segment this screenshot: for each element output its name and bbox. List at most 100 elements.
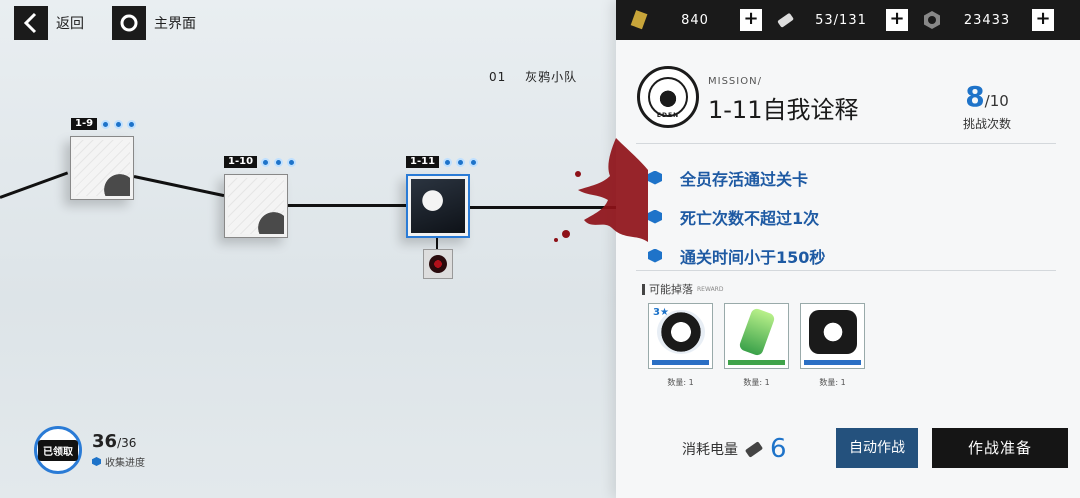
stage-thumbnail [411, 179, 465, 233]
mission-tag: MISSION/ [708, 76, 762, 87]
star-dot [274, 157, 284, 167]
boss-connector [436, 236, 438, 250]
auto-battle-button[interactable]: 自动作战 [836, 428, 918, 468]
drops-header: 可能掉落 REWARD [642, 281, 723, 297]
coin-value: 23433 [963, 12, 1011, 28]
path-line [133, 175, 225, 198]
cost-value: 6 [770, 434, 787, 464]
hex-icon [92, 457, 101, 466]
resource-bar: 840 + 53/131 + 23433 + [616, 0, 1080, 40]
star-conditions: 全员存活通过关卡 死亡次数不超过1次 通关时间小于150秒 [648, 158, 825, 275]
stage-label: 1-10 [224, 156, 297, 168]
tries-total: /10 [984, 92, 1009, 110]
crow-emblem-icon [648, 77, 688, 117]
condition-text: 通关时间小于150秒 [680, 247, 826, 267]
rarity-band [804, 360, 861, 365]
tries-number: 8/10 [956, 80, 1018, 113]
collection-progress[interactable]: 已领取 36/36 收集进度 [34, 426, 145, 474]
star-dot [443, 157, 453, 167]
condition-text: 死亡次数不超过1次 [680, 208, 820, 228]
add-coin-button[interactable]: + [1032, 9, 1054, 31]
condition-item: 全员存活通过关卡 [648, 158, 825, 197]
squad-number: 01 [489, 70, 507, 84]
stage-code: 1-11 [406, 156, 440, 168]
reward-list: 3★ 数量: 1 数量: 1 数量: 1 [648, 303, 865, 388]
battery-icon [777, 13, 794, 28]
path-line [288, 204, 408, 207]
home-label: 主界面 [154, 16, 196, 32]
squad-name: 灰鸦小队 [525, 70, 578, 84]
stage-map: 返回 主界面 01 灰鸦小队 1-9 1-10 1-11 已领取 36/36 收… [0, 0, 620, 498]
collection-total: /36 [117, 436, 137, 450]
stage-label: 1-11 [406, 156, 479, 168]
eden-emblem: EDEN [637, 66, 699, 128]
claimed-label: 已领取 [38, 439, 78, 461]
mission-title: 1-11自我诠释 [708, 96, 859, 124]
reward-card [800, 303, 865, 369]
back-button[interactable]: 返回 [14, 6, 84, 40]
gear-coin-icon [924, 11, 940, 29]
condition-item: 死亡次数不超过1次 [648, 197, 825, 236]
stage-thumbnail [228, 178, 284, 234]
collection-label: 收集进度 [105, 458, 145, 469]
rarity-band [728, 360, 785, 365]
hex-bullet-icon [648, 209, 662, 224]
challenge-count: 8/10 挑战次数 [956, 80, 1018, 132]
drops-title-en: REWARD [697, 285, 724, 293]
back-arrow-icon [14, 6, 48, 40]
battle-prepare-button[interactable]: 作战准备 [932, 428, 1068, 468]
reward-star: 3★ [653, 307, 669, 318]
star-dot [456, 157, 466, 167]
add-black-card-button[interactable]: + [740, 9, 762, 31]
reward-card [724, 303, 789, 369]
hex-nut-icon [809, 310, 857, 354]
star-dot [101, 119, 111, 129]
star-dot [469, 157, 479, 167]
star-dot [114, 119, 124, 129]
red-core-icon [429, 255, 447, 273]
reward-quantity: 数量: 1 [743, 378, 770, 387]
hidden-stage-node[interactable] [423, 249, 453, 279]
tries-label: 挑战次数 [962, 117, 1011, 131]
tries-current: 8 [965, 80, 985, 113]
reward-item[interactable]: 3★ 数量: 1 [648, 303, 713, 388]
black-card-resource: 840 + [616, 0, 762, 40]
claimed-badge: 已领取 [34, 426, 82, 474]
reward-card: 3★ [648, 303, 713, 369]
drops-title: 可能掉落 [649, 283, 693, 296]
coin-resource: 23433 + [908, 0, 1054, 40]
reward-item[interactable]: 数量: 1 [724, 303, 789, 388]
stage-node-1-9[interactable] [70, 136, 134, 200]
back-label: 返回 [56, 16, 84, 32]
squad-header: 01 灰鸦小队 [489, 68, 591, 85]
energy-value: 53/131 [815, 12, 867, 28]
header-bar [642, 283, 645, 295]
stage-node-1-10[interactable] [224, 174, 288, 238]
divider [636, 143, 1056, 144]
energy-cost: 消耗电量 6 [682, 434, 787, 464]
collection-current: 36 [92, 431, 118, 452]
home-circle-icon [112, 6, 146, 40]
energy-resource: 53/131 + [762, 0, 908, 40]
home-button[interactable]: 主界面 [112, 6, 196, 40]
path-line [0, 171, 69, 199]
add-energy-button[interactable]: + [886, 9, 908, 31]
rarity-band [652, 360, 709, 365]
hex-bullet-icon [648, 248, 662, 263]
stage-node-1-11-selected[interactable] [406, 174, 470, 238]
star-dot [261, 157, 271, 167]
stage-code: 1-10 [224, 156, 258, 168]
star-dot [287, 157, 297, 167]
exp-battery-icon [738, 307, 776, 357]
battery-icon [744, 440, 764, 458]
blood-splatter-decoration [554, 138, 648, 242]
condition-text: 全员存活通过关卡 [680, 169, 809, 189]
reward-item[interactable]: 数量: 1 [800, 303, 865, 388]
collection-count: 36/36 [92, 431, 145, 452]
reward-quantity: 数量: 1 [667, 378, 694, 387]
black-card-value: 840 [681, 12, 709, 28]
cost-label: 消耗电量 [682, 442, 738, 458]
stage-code: 1-9 [71, 118, 98, 130]
star-dot [127, 119, 137, 129]
stage-label: 1-9 [71, 118, 137, 130]
